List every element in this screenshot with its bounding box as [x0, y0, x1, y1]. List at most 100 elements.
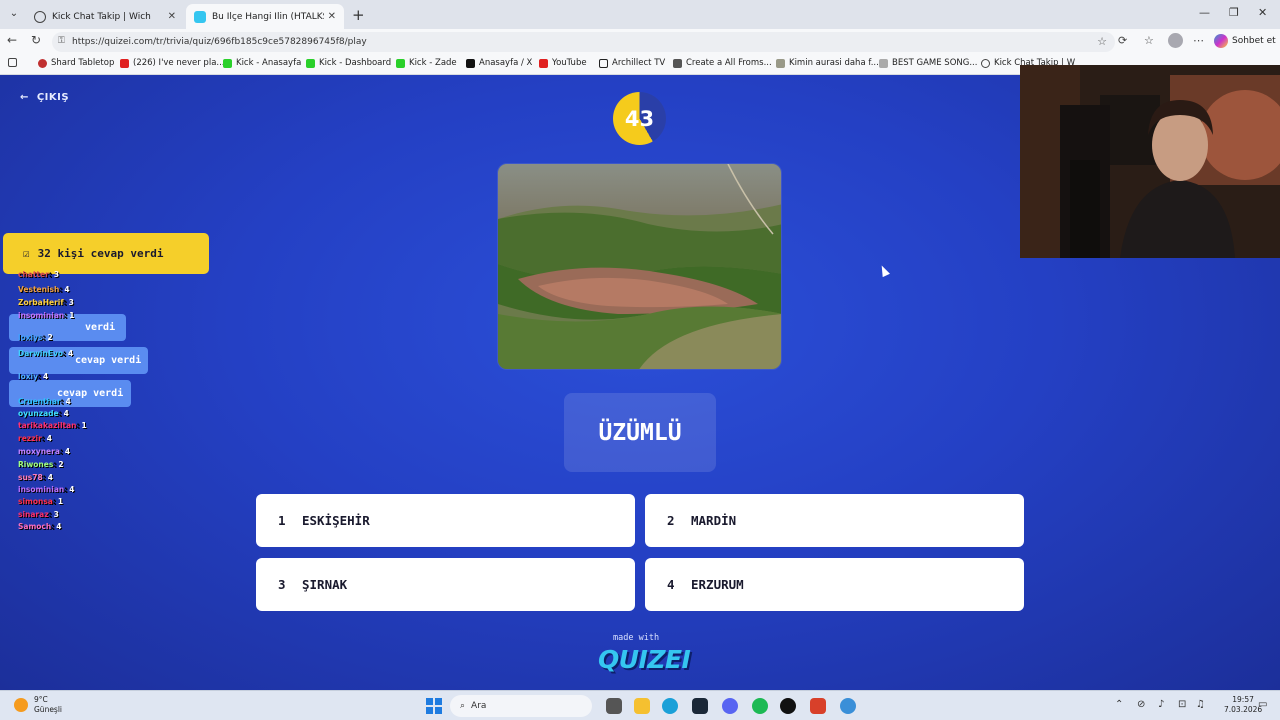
answered-count-text: 32 kişi cevap verdi	[37, 247, 164, 260]
favorite-star-icon[interactable]: ☆	[1097, 35, 1107, 48]
chat-answer: 4	[63, 409, 69, 418]
bookmark-item[interactable]: Anasayfa / X	[466, 58, 532, 68]
tab-quiz[interactable]: Bu İlçe Hangi İlin (HTALKS ÖZEL) - ✕	[186, 4, 344, 29]
quizei-favicon-icon	[194, 10, 206, 23]
tray-overflow-icon[interactable]: ⌃	[1115, 699, 1123, 710]
bookmark-item[interactable]: Kick - Zade	[396, 58, 457, 68]
bookmark-item[interactable]: Kick - Anasayfa	[223, 58, 301, 68]
bookmark-item[interactable]: BEST GAME SONG...	[879, 58, 977, 68]
more-menu-icon[interactable]: ⋯	[1193, 34, 1204, 47]
start-button[interactable]	[426, 698, 442, 714]
network-icon[interactable]: ⊘	[1137, 699, 1145, 710]
chat-message: chatter: 3	[18, 270, 60, 279]
bookmark-item[interactable]: Shard Tabletop	[38, 58, 114, 68]
chat-answer: 3	[68, 298, 74, 307]
chat-username: tarikakaziltan	[18, 421, 77, 430]
notifications-icon[interactable]: ▭	[1258, 699, 1267, 710]
chat-username: chatter	[18, 270, 49, 279]
close-window-button[interactable]: ✕	[1258, 6, 1267, 19]
clock-date: 7.03.2026	[1224, 705, 1263, 714]
streamer-webcam	[1020, 65, 1280, 258]
tab-title: Bu İlçe Hangi İlin (HTALKS ÖZEL) -	[212, 11, 324, 22]
chat-message: Vestenish: 4	[18, 285, 70, 294]
chat-username: Riwones	[18, 460, 54, 469]
bookmark-item[interactable]: YouTube	[539, 58, 587, 68]
edge-icon[interactable]	[662, 698, 678, 714]
answer-option-4[interactable]: 4 ERZURUM	[645, 558, 1024, 611]
chat-username: sus78	[18, 473, 43, 482]
back-button[interactable]: ←	[7, 33, 17, 47]
system-clock[interactable]: 19:57 7.03.2026	[1224, 695, 1262, 715]
reload-button[interactable]: ↻	[31, 33, 41, 47]
chat-username: Vestenish	[18, 285, 60, 294]
tab-bar: ⌄ Kick Chat Takip | Wich ✕ Bu İlçe Hangi…	[0, 0, 1280, 29]
site-info-icon[interactable]: ⚿	[58, 36, 65, 46]
app-icon[interactable]	[810, 698, 826, 714]
copilot-chat-button[interactable]: Sohbet et	[1214, 31, 1276, 50]
exit-label: ÇIKIŞ	[36, 92, 70, 103]
nav-bar: ← ↻ ⚿ https://quizei.com/tr/trivia/quiz/…	[0, 29, 1280, 54]
spotify-icon[interactable]	[752, 698, 768, 714]
youtube-icon	[120, 58, 129, 68]
volume-icon[interactable]: ♫	[1196, 699, 1205, 710]
minimize-button[interactable]: —	[1199, 6, 1210, 19]
page-icon	[673, 58, 682, 68]
chat-answer: 3	[53, 270, 60, 279]
profile-avatar[interactable]	[1168, 33, 1183, 48]
chat-message: Samoch: 4	[18, 522, 62, 531]
bookmark-item[interactable]: Kimin aurasi daha f...	[776, 58, 879, 68]
answer-option-1[interactable]: 1 ESKİŞEHİR	[256, 494, 635, 547]
answer-number: 2	[667, 513, 675, 528]
answer-label: MARDİN	[691, 513, 737, 528]
chat-answer: 1	[57, 497, 64, 506]
close-tab-icon[interactable]: ✕	[328, 11, 336, 22]
close-tab-icon[interactable]: ✕	[168, 11, 176, 22]
collections-icon[interactable]: ☆	[1144, 34, 1154, 47]
chat-username: moxynera	[18, 447, 60, 456]
file-explorer-icon[interactable]	[634, 698, 650, 714]
page-icon	[776, 58, 785, 68]
bookmark-item[interactable]: (226) I've never pla...	[120, 58, 225, 68]
made-with-label: made with	[613, 633, 660, 643]
answer-option-3[interactable]: 3 ŞIRNAK	[256, 558, 635, 611]
chat-username: sinaraz	[18, 510, 49, 519]
bookmark-item[interactable]: Archillect TV	[599, 58, 665, 68]
chat-message: loxiys: 2	[18, 333, 53, 342]
archillect-icon	[599, 58, 608, 68]
chat-username: oyunzade	[18, 409, 59, 418]
unreal-icon[interactable]	[780, 698, 796, 714]
quizei-logo[interactable]: QUIZEI	[598, 645, 691, 674]
page-icon	[879, 58, 888, 68]
kick-icon	[396, 58, 405, 68]
chat-username: insominian	[18, 485, 65, 494]
taskbar-search[interactable]: ⌕ Ara	[450, 695, 592, 717]
microphone-icon[interactable]: ♪	[1158, 699, 1164, 710]
tab-kick-chat[interactable]: Kick Chat Takip | Wich ✕	[26, 4, 184, 29]
chat-username: Samoch	[18, 522, 52, 531]
restore-button[interactable]: ❐	[1229, 6, 1239, 19]
bookmark-item[interactable]: Create a All Froms...	[673, 58, 772, 68]
weather-widget[interactable]: 9°C Güneşli	[14, 695, 62, 715]
wifi-icon[interactable]: ⊡	[1178, 699, 1186, 710]
sidebar-toggle-icon[interactable]	[8, 58, 17, 67]
extensions-icon[interactable]: ⟳	[1118, 34, 1127, 47]
new-tab-button[interactable]: +	[352, 6, 365, 24]
exit-button[interactable]: ← ÇIKIŞ	[20, 92, 69, 103]
answer-number: 4	[667, 577, 675, 592]
chat-button-label: Sohbet et	[1232, 35, 1276, 46]
chat-answer: 1	[81, 421, 87, 430]
answer-option-2[interactable]: 2 MARDİN	[645, 494, 1024, 547]
steam-icon[interactable]	[692, 698, 708, 714]
task-view-icon[interactable]	[606, 698, 622, 714]
tab-menu-icon[interactable]: ⌄	[6, 6, 22, 22]
discord-icon[interactable]	[722, 698, 738, 714]
url-text: https://quizei.com/tr/trivia/quiz/696fb1…	[72, 37, 367, 47]
chat-answer: 2	[47, 333, 53, 342]
windows-taskbar: 9°C Güneşli ⌕ Ara ⌃ ⊘ ♪ ⊡ ♫ 19:57 7.03.2…	[0, 690, 1280, 720]
chat-answer: 2	[58, 460, 64, 469]
address-bar[interactable]: ⚿ https://quizei.com/tr/trivia/quiz/696f…	[52, 32, 1115, 52]
chat-answer: 1	[69, 311, 75, 320]
bookmark-item[interactable]: Kick - Dashboard	[306, 58, 391, 68]
chat-answer: 4	[64, 447, 71, 456]
app-icon[interactable]	[840, 698, 856, 714]
